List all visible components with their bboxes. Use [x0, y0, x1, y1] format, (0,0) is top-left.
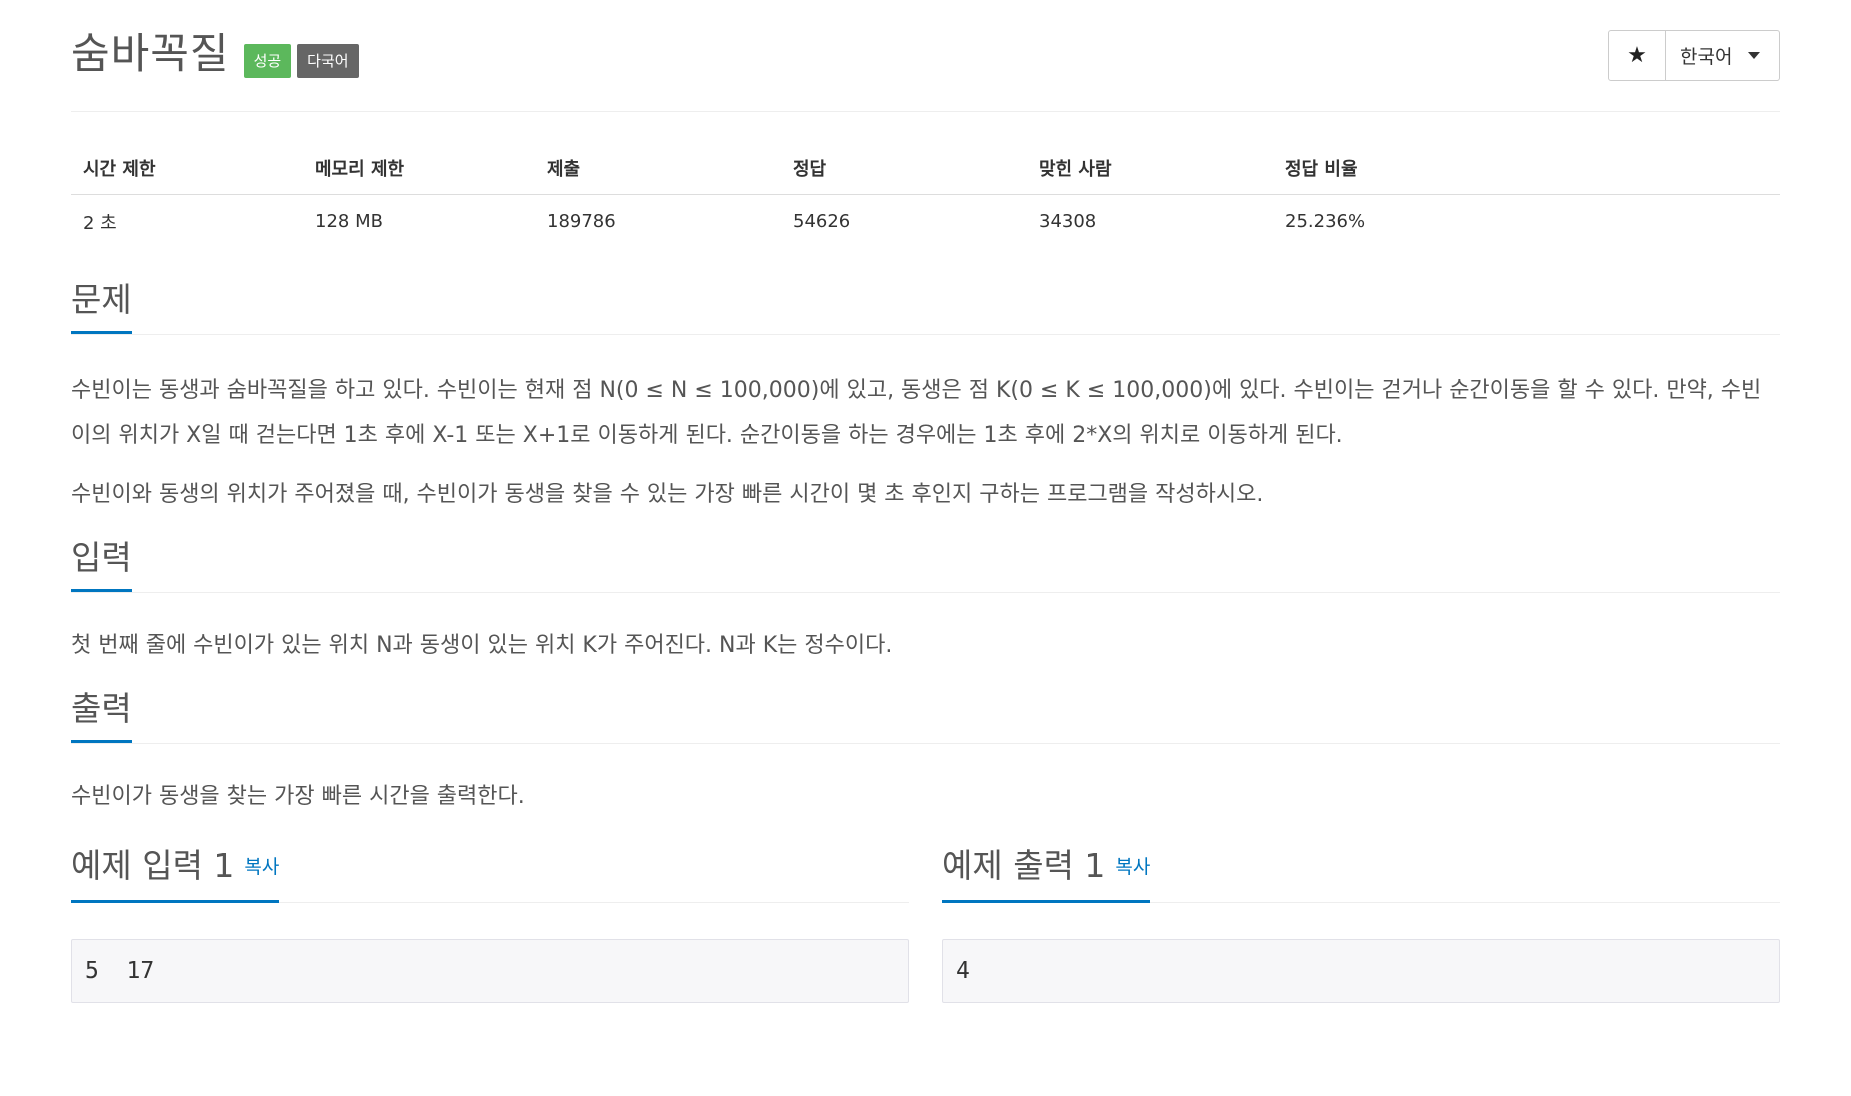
info-value-row: 2 초 128 MB 189786 54626 34308 25.236%: [71, 194, 1780, 249]
sample-output-title: 예제 출력 1: [942, 845, 1106, 885]
info-value-accepted: 54626: [793, 211, 851, 232]
info-header-time-limit: 시간 제한: [71, 143, 303, 195]
info-header-row: 시간 제한 메모리 제한 제출 정답 맞힌 사람 정답 비율: [71, 143, 1780, 195]
info-header-accept-ratio: 정답 비율: [1273, 143, 1780, 195]
sample-input-title: 예제 입력 1: [71, 845, 235, 885]
sample-output-head: 예제 출력 1 복사: [942, 845, 1780, 903]
star-button[interactable]: ★: [1609, 31, 1666, 80]
input-text: 첫 번째 줄에 수빈이가 있는 위치 N과 동생이 있는 위치 K가 주어진다.…: [71, 632, 893, 658]
output-section-head: 출력: [71, 688, 1780, 744]
sample-output-block: 예제 출력 1 복사 4: [942, 845, 1780, 1003]
header-button-group: ★ 한국어: [1608, 30, 1780, 81]
copy-sample-input-button[interactable]: 복사: [244, 856, 279, 878]
star-icon: ★: [1627, 43, 1647, 68]
sample-input-title-wrap: 예제 입력 1 복사: [71, 845, 280, 903]
info-header-submissions: 제출: [535, 143, 781, 195]
info-header-solved-users: 맞힌 사람: [1027, 143, 1273, 195]
copy-sample-output-button[interactable]: 복사: [1115, 856, 1150, 878]
sample-output-title-wrap: 예제 출력 1 복사: [942, 845, 1151, 903]
examples-row: 예제 입력 1 복사 5 17 예제 출력 1 복사 4: [71, 845, 1780, 1003]
output-description: 수빈이가 동생을 찾는 가장 빠른 시간을 출력한다.: [71, 774, 1780, 819]
input-section-head: 입력: [71, 537, 1780, 593]
multilang-badge[interactable]: 다국어: [297, 44, 359, 78]
problem-info-table: 시간 제한 메모리 제한 제출 정답 맞힌 사람 정답 비율 2 초 128 M…: [71, 143, 1780, 249]
info-header-memory-limit: 메모리 제한: [303, 143, 535, 195]
problem-paragraph: 수빈이는 동생과 숨바꼭질을 하고 있다. 수빈이는 현재 점 N(0 ≤ N …: [71, 377, 1762, 448]
info-value-submissions: 189786: [547, 211, 616, 232]
sample-input-head: 예제 입력 1 복사: [71, 845, 909, 903]
output-section-title: 출력: [71, 688, 132, 743]
info-value-time-limit: 2 초: [83, 212, 117, 234]
page-title: 숨바꼭질: [71, 29, 230, 78]
problem-section: 문제 수빈이는 동생과 숨바꼭질을 하고 있다. 수빈이는 현재 점 N(0 ≤…: [71, 279, 1780, 517]
output-text: 수빈이가 동생을 찾는 가장 빠른 시간을 출력한다.: [71, 783, 525, 809]
sample-input-block: 예제 입력 1 복사 5 17: [71, 845, 909, 1003]
problem-paragraph: 수빈이와 동생의 위치가 주어졌을 때, 수빈이가 동생을 찾을 수 있는 가장…: [71, 481, 1264, 507]
problem-section-head: 문제: [71, 279, 1780, 335]
caret-down-icon: [1748, 52, 1761, 59]
info-value-solved-users: 34308: [1039, 211, 1097, 232]
language-label: 한국어: [1680, 46, 1733, 68]
info-header-accepted: 정답: [781, 143, 1027, 195]
info-value-accept-ratio: 25.236%: [1285, 211, 1366, 232]
title-wrap: 숨바꼭질 성공 다국어: [71, 28, 359, 80]
sample-input-box[interactable]: 5 17: [71, 938, 909, 1003]
problem-section-title: 문제: [71, 279, 132, 334]
input-section-title: 입력: [71, 537, 132, 592]
problem-description: 수빈이는 동생과 숨바꼭질을 하고 있다. 수빈이는 현재 점 N(0 ≤ N …: [71, 368, 1780, 517]
problem-page: 숨바꼭질 성공 다국어 ★ 한국어 시간 제한 메모리 제한 제출 정답 맞힌 …: [0, 0, 1851, 1096]
problem-header: 숨바꼭질 성공 다국어 ★ 한국어: [71, 0, 1780, 112]
input-section: 입력 첫 번째 줄에 수빈이가 있는 위치 N과 동생이 있는 위치 K가 주어…: [71, 537, 1780, 668]
sample-output-box[interactable]: 4: [942, 938, 1780, 1003]
info-value-memory-limit: 128 MB: [315, 211, 383, 232]
language-dropdown[interactable]: 한국어: [1666, 31, 1779, 80]
input-description: 첫 번째 줄에 수빈이가 있는 위치 N과 동생이 있는 위치 K가 주어진다.…: [71, 623, 1780, 668]
success-badge[interactable]: 성공: [243, 44, 292, 78]
output-section: 출력 수빈이가 동생을 찾는 가장 빠른 시간을 출력한다.: [71, 688, 1780, 819]
